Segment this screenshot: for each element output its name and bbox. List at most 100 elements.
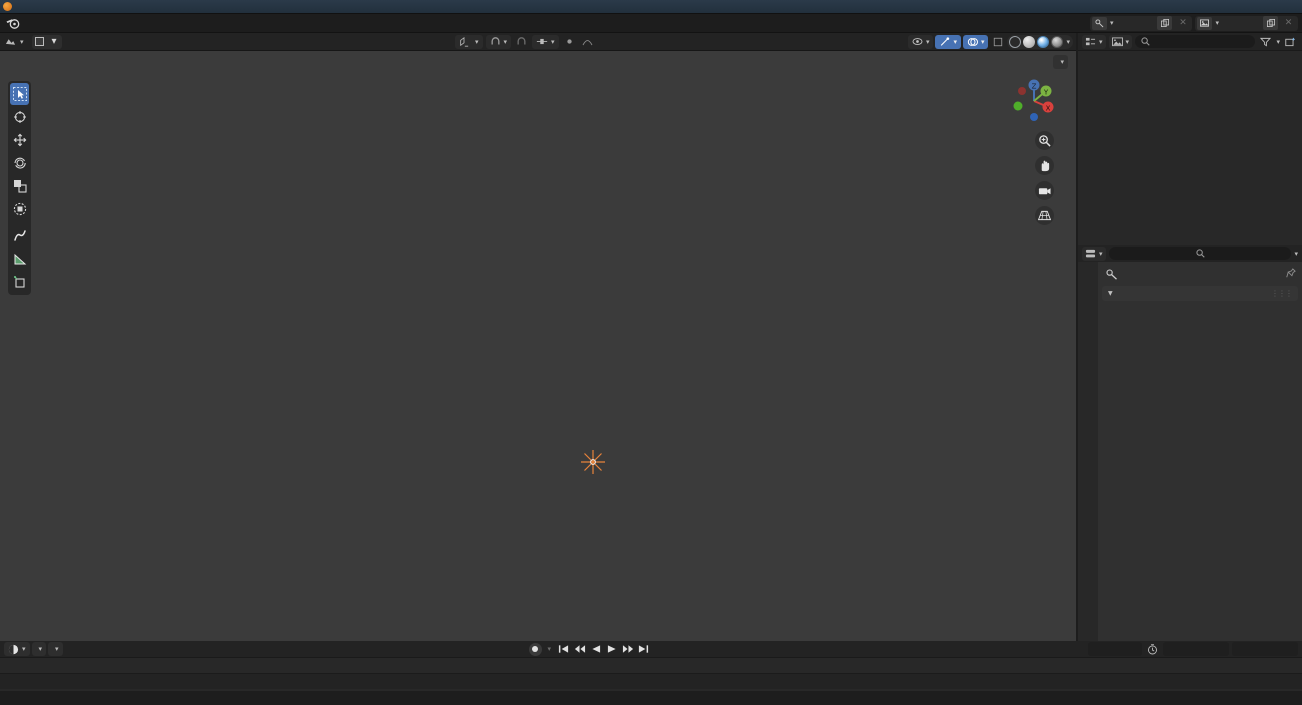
falloff-curve-button[interactable] bbox=[580, 35, 595, 49]
properties-editor[interactable]: ▾ ▾ ▼ ⋮⋮⋮ bbox=[1078, 245, 1302, 641]
blender-menu-icon[interactable] bbox=[5, 16, 21, 30]
show-gizmo-toggle[interactable]: ▾ bbox=[935, 34, 961, 49]
chevron-down-icon: ▾ bbox=[1099, 249, 1103, 258]
select-box-tool[interactable] bbox=[10, 83, 29, 105]
snap-toggle-button[interactable] bbox=[514, 35, 529, 49]
jump-end-icon[interactable] bbox=[637, 643, 650, 656]
playback-menu[interactable]: ▾ bbox=[31, 642, 47, 656]
chevron-down-icon: ▾ bbox=[980, 37, 985, 46]
chevron-down-icon: ▾ bbox=[55, 645, 59, 653]
viewport-options-pill[interactable]: ▾ bbox=[1053, 55, 1068, 69]
properties-header: ▾ ▾ bbox=[1078, 245, 1302, 262]
measure-tool[interactable] bbox=[10, 248, 29, 270]
cursor-tool[interactable] bbox=[10, 106, 29, 128]
pan-hand-icon[interactable] bbox=[1035, 156, 1054, 175]
status-bar bbox=[0, 691, 1302, 705]
pin-icon[interactable] bbox=[1286, 268, 1296, 281]
play-reverse-icon[interactable] bbox=[589, 643, 602, 656]
grid-perspective-icon[interactable] bbox=[1035, 206, 1054, 225]
new-collection-icon[interactable] bbox=[1283, 35, 1298, 49]
chevron-down-icon: ▾ bbox=[551, 37, 555, 46]
timeline-ruler[interactable] bbox=[0, 658, 1302, 673]
shading-rendered-button[interactable] bbox=[1051, 35, 1064, 48]
viewport-nav-buttons bbox=[1035, 131, 1054, 225]
zoom-icon[interactable] bbox=[1035, 131, 1054, 150]
remove-view-layer-button[interactable]: ✕ bbox=[1281, 16, 1296, 30]
view-layer-icon bbox=[1111, 36, 1123, 46]
timeline-marker-menu[interactable] bbox=[79, 647, 91, 651]
navigation-gizmo[interactable]: Z Y X bbox=[1006, 73, 1062, 129]
chevron-down-icon: ▾ bbox=[51, 36, 57, 47]
xray-toggle[interactable] bbox=[990, 35, 1005, 49]
jump-start-icon[interactable] bbox=[557, 643, 570, 656]
rotate-tool[interactable] bbox=[10, 152, 29, 174]
timeline-editor[interactable]: ▾ ▾ ▾ ▾ bbox=[0, 641, 1302, 691]
start-frame-field[interactable] bbox=[1163, 642, 1229, 656]
chevron-down-icon: ▾ bbox=[1099, 37, 1103, 46]
interaction-mode-selector[interactable]: ▾ bbox=[31, 34, 62, 49]
prev-keyframe-icon[interactable] bbox=[573, 643, 586, 656]
record-keyframe-icon[interactable] bbox=[528, 642, 542, 656]
end-frame-field[interactable] bbox=[1232, 642, 1298, 656]
chevron-down-icon[interactable]: ▾ bbox=[1294, 250, 1298, 258]
timeline-header: ▾ ▾ ▾ ▾ bbox=[0, 641, 1302, 658]
overlays-icon bbox=[967, 37, 978, 46]
chevron-down-icon: ▾ bbox=[38, 645, 43, 653]
svg-text:Y: Y bbox=[1043, 88, 1049, 96]
panel-scene[interactable]: ▼ ⋮⋮⋮ bbox=[1102, 286, 1298, 301]
scene-selector[interactable]: ▾ ✕ bbox=[1089, 15, 1193, 31]
unlink-scene-button[interactable]: ✕ bbox=[1175, 16, 1190, 30]
current-frame-field[interactable] bbox=[1088, 642, 1142, 656]
properties-editor-type-button[interactable]: ▾ bbox=[1082, 246, 1106, 261]
auto-keying-icon[interactable] bbox=[1145, 642, 1160, 656]
svg-text:Z: Z bbox=[1032, 82, 1037, 90]
shading-solid-button[interactable] bbox=[1023, 35, 1036, 48]
object-mode-icon bbox=[34, 37, 44, 46]
play-icon[interactable] bbox=[605, 643, 618, 656]
smooth-falloff-icon bbox=[582, 40, 592, 46]
view-layer-selector[interactable]: ▾ ✕ bbox=[1195, 15, 1298, 31]
add-cube-tool[interactable] bbox=[10, 271, 29, 293]
show-overlays-toggle[interactable]: ▾ bbox=[962, 34, 989, 49]
3d-viewport[interactable]: ▾ ▾ ▾ ▾ ▾ ▾ ▾ ▾ ▾ ▾ Z Y X bbox=[0, 33, 1076, 641]
shading-wireframe-button[interactable] bbox=[1009, 35, 1022, 48]
timeline-frame-controls bbox=[1088, 642, 1298, 656]
annotate-tool[interactable] bbox=[10, 225, 29, 247]
gizmo-icon bbox=[941, 36, 950, 46]
dot-icon bbox=[566, 39, 572, 44]
camera-icon[interactable] bbox=[1035, 181, 1054, 200]
outliner-editor-type-button[interactable]: ▾ bbox=[1082, 34, 1106, 49]
shading-material-preview-button[interactable] bbox=[1037, 35, 1050, 48]
outliner-display-mode-selector[interactable]: ▾ bbox=[1108, 34, 1133, 49]
next-keyframe-icon[interactable] bbox=[621, 643, 634, 656]
scale-tool[interactable] bbox=[10, 175, 29, 197]
outliner-search-input[interactable] bbox=[1135, 35, 1256, 48]
outliner-display-mode-icon bbox=[1085, 37, 1096, 45]
visibility-selector[interactable]: ▾ bbox=[907, 34, 934, 49]
shading-mode-group[interactable]: ▾ bbox=[1007, 34, 1073, 49]
viewport-header-right: ▾ ▾ ▾ ▾ bbox=[907, 34, 1073, 49]
editor-type-button[interactable] bbox=[3, 35, 18, 49]
timeline-track-area[interactable] bbox=[0, 673, 1302, 689]
urban-electric-car-model[interactable] bbox=[0, 51, 1076, 641]
properties-editor-icon bbox=[1085, 249, 1096, 257]
add-workspace-button[interactable] bbox=[41, 21, 55, 25]
timeline-editor-type-button[interactable]: ▾ bbox=[4, 642, 30, 656]
chevron-down-icon: ▾ bbox=[925, 37, 930, 46]
snap-settings[interactable]: ▾ bbox=[485, 34, 512, 49]
move-tool[interactable] bbox=[10, 129, 29, 151]
properties-content: ▼ ⋮⋮⋮ bbox=[1098, 262, 1302, 641]
properties-search-input[interactable] bbox=[1108, 247, 1292, 260]
transform-orientation-selector[interactable]: ▾ bbox=[455, 34, 483, 49]
keying-menu[interactable]: ▾ bbox=[48, 642, 63, 656]
proportional-toggle-button[interactable] bbox=[562, 35, 577, 49]
transform-tool[interactable] bbox=[10, 198, 29, 220]
new-scene-button[interactable] bbox=[1157, 16, 1173, 30]
outliner-editor[interactable]: ▾ ▾ ▾ bbox=[1078, 33, 1302, 245]
svg-text:X: X bbox=[1046, 104, 1051, 112]
proportional-editing-falloff[interactable]: ▾ bbox=[532, 34, 559, 49]
timeline-view-menu[interactable] bbox=[65, 647, 77, 651]
new-view-layer-button[interactable] bbox=[1263, 16, 1278, 30]
filter-icon[interactable] bbox=[1258, 35, 1273, 49]
search-icon bbox=[1141, 37, 1150, 46]
